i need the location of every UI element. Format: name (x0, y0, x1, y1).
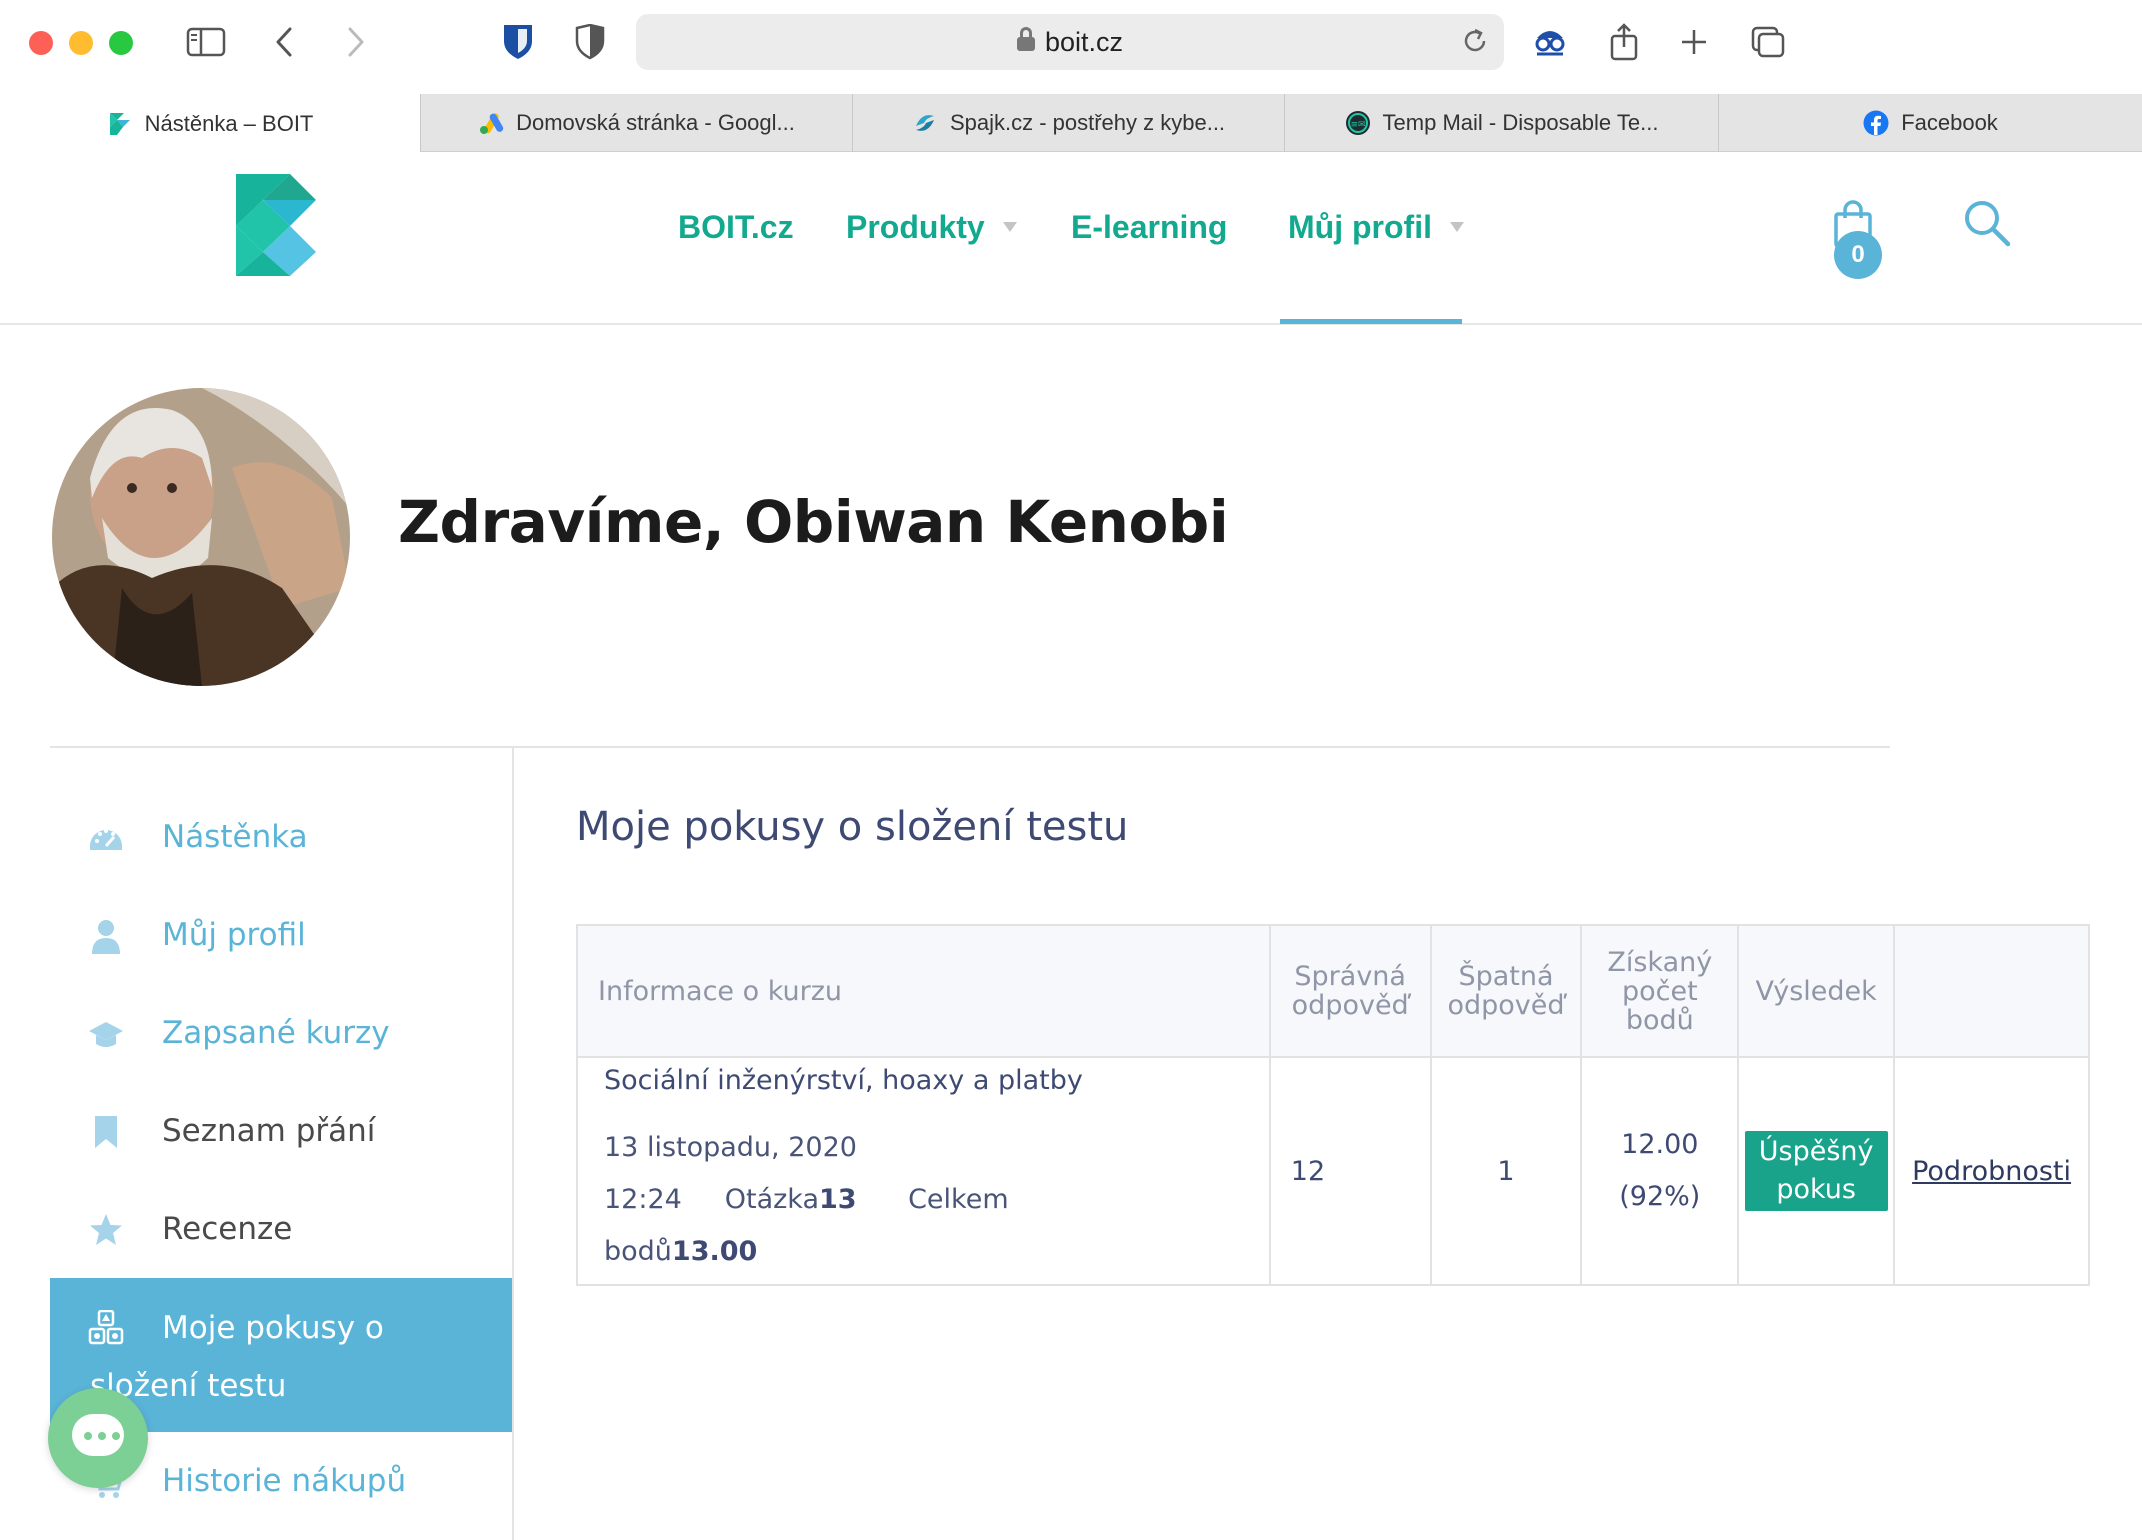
details-cell: Podrobnosti (1893, 1056, 2090, 1286)
google-ads-icon (480, 113, 504, 134)
column-header: Správná odpověď (1268, 924, 1432, 1058)
reload-icon[interactable] (1460, 26, 1490, 60)
page-title: Zdravíme, Obiwan Kenobi (398, 488, 1229, 556)
new-tab-icon[interactable] (1676, 20, 1712, 64)
minimize-window-button[interactable] (69, 31, 93, 55)
sidebar-item-label: Recenze (162, 1211, 293, 1247)
chevron-down-icon (1449, 221, 1464, 232)
sidebar-item-nastenka[interactable]: Nástěnka (50, 788, 512, 886)
column-header: Informace o kurzu (576, 924, 1271, 1058)
back-icon[interactable] (272, 20, 296, 64)
close-window-button[interactable] (29, 31, 53, 55)
bitwarden-extension-icon[interactable] (500, 20, 536, 64)
zoom-window-button[interactable] (109, 31, 133, 55)
sidebar-item-recenze[interactable]: Recenze (50, 1180, 512, 1278)
sidebar-item-label: Můj profil (162, 917, 306, 953)
course-info-cell: Sociální inženýrství, hoaxy a platby 13 … (576, 1056, 1271, 1286)
nav-label: Můj profil (1288, 209, 1432, 245)
sidebar-item-label: Zapsané kurzy (162, 1015, 390, 1051)
tab-title: Spajk.cz - postřehy z kybe... (949, 110, 1226, 135)
correct-answers-cell: 12 (1268, 1056, 1432, 1286)
chat-widget-button[interactable] (48, 1388, 148, 1488)
sidebar-item-seznam-prani[interactable]: Seznam přání (50, 1082, 512, 1180)
points-cell: 12.00 (92%) (1580, 1056, 1740, 1286)
cart-count-badge[interactable]: 0 (1834, 231, 1882, 279)
active-nav-indicator (1280, 319, 1462, 324)
tab-overview-icon[interactable] (1748, 20, 1788, 64)
nav-produkty[interactable]: Produkty (846, 152, 1017, 325)
details-link[interactable]: Podrobnosti (1912, 1156, 2071, 1187)
course-meta: 13 listopadu, 2020 12:24 Otázka13 Celkem… (604, 1131, 1009, 1267)
forward-icon[interactable] (344, 20, 368, 64)
boit-favicon-icon (109, 112, 130, 135)
sidebar-item-label: Moje pokusy o (162, 1310, 384, 1346)
browser-toolbar: boit.cz (0, 0, 2142, 94)
total-points: 13.00 (671, 1235, 758, 1267)
spajk-favicon-icon (915, 115, 934, 131)
shield-extension-icon[interactable] (572, 20, 608, 64)
wrong-answers-cell: 1 (1429, 1056, 1583, 1286)
chat-icon (72, 1414, 124, 1456)
course-title: Sociální inženýrství, hoaxy a platby (604, 1064, 1083, 1096)
tab-nastenka[interactable]: Nástěnka – BOIT (0, 94, 420, 153)
lock-icon (1016, 27, 1035, 51)
site-header: BOIT.cz Produkty E-learning Můj profil (0, 152, 2142, 325)
attempts-table: Informace o kurzu Správná odpověď Špatná o… (576, 924, 2090, 1286)
dashboard-icon (90, 829, 122, 850)
nav-muj-profil[interactable]: Můj profil (1288, 152, 1464, 325)
tab-bar: Nástěnka – BOIT Domovská stránka - Googl… (0, 94, 2142, 153)
tab-facebook[interactable]: Facebook (1718, 94, 2142, 152)
column-header: Výsledek (1737, 924, 1896, 1058)
nav-boit[interactable]: BOIT.cz (678, 152, 794, 325)
extension-icon[interactable] (1530, 20, 1570, 64)
sidebar-item-label: Nástěnka (162, 819, 308, 855)
star-icon (90, 1214, 122, 1245)
nav-label: Produkty (846, 209, 985, 245)
section-title: Moje pokusy o složení testu (576, 804, 1129, 850)
table-row: Sociální inženýrství, hoaxy a platby 13 … (576, 1056, 2090, 1286)
sidebar-item-label: Historie nákupů (162, 1463, 407, 1499)
boit-logo[interactable] (236, 174, 316, 280)
sidebar-item-label: Seznam přání (162, 1113, 376, 1149)
svg-text:≡✉: ≡✉ (1350, 120, 1365, 130)
search-icon[interactable] (1962, 198, 2012, 252)
nav-elearning[interactable]: E-learning (1071, 152, 1227, 325)
chevron-down-icon (1002, 221, 1017, 232)
table-header-row: Informace o kurzu Správná odpověď Špatná o… (576, 924, 2090, 1058)
quiz-blocks-icon (88, 1310, 124, 1345)
column-header: Špatná odpověď (1429, 924, 1583, 1058)
status-badge: Úspěšný pokus (1744, 1131, 1888, 1211)
sidebar-toggle-icon[interactable] (184, 20, 228, 64)
address-bar[interactable]: boit.cz (636, 14, 1504, 70)
tab-tempmail[interactable]: ≡✉ Temp Mail - Disposable Te... (1284, 94, 1718, 152)
tab-title: Facebook (1901, 110, 1998, 135)
result-cell: Úspěšný pokus (1737, 1056, 1896, 1286)
question-count: 13 (819, 1183, 857, 1215)
graduation-cap-icon (89, 1022, 123, 1047)
share-icon[interactable] (1606, 20, 1642, 64)
sidebar-item-muj-profil[interactable]: Můj profil (50, 886, 512, 984)
nav-label: E-learning (1071, 209, 1228, 245)
nav-label: BOIT.cz (678, 209, 794, 245)
tab-spajk[interactable]: Spajk.cz - postřehy z kybe... (852, 94, 1284, 152)
user-icon (92, 920, 120, 954)
facebook-icon (1863, 110, 1889, 136)
tab-title: Nástěnka – BOIT (144, 110, 314, 136)
tab-title: Domovská stránka - Googl... (516, 110, 795, 135)
bookmark-icon (95, 1116, 117, 1148)
url-text: boit.cz (1044, 27, 1124, 57)
column-header: Získaný počet bodů (1580, 924, 1740, 1058)
avatar (52, 388, 350, 686)
column-header (1893, 924, 2090, 1058)
tab-title: Temp Mail - Disposable Te... (1382, 110, 1659, 135)
sidebar-item-zapsane-kurzy[interactable]: Zapsané kurzy (50, 984, 512, 1082)
tab-google[interactable]: Domovská stránka - Googl... (420, 94, 852, 152)
tempmail-favicon-icon: ≡✉ (1345, 111, 1370, 135)
